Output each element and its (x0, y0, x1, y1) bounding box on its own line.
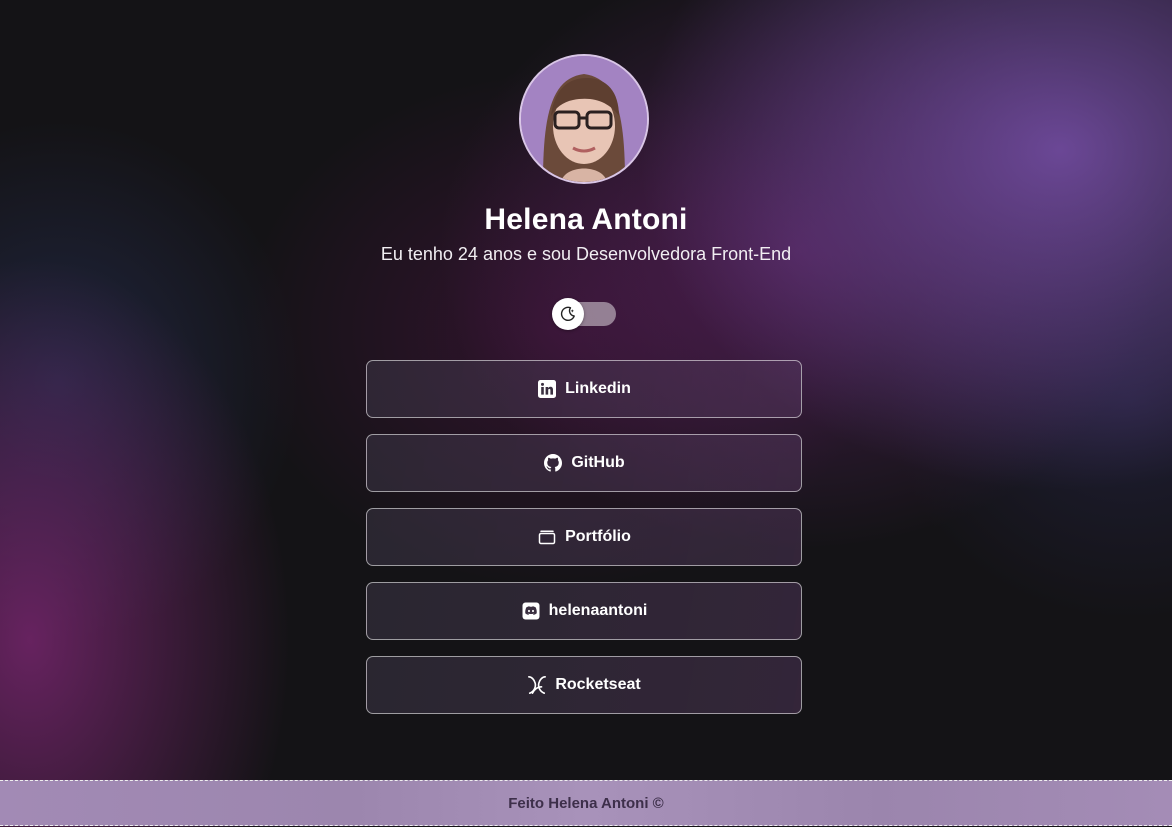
portfolio-link[interactable]: Portfólio (366, 508, 802, 566)
rocketseat-icon (527, 675, 547, 695)
discord-icon (521, 601, 541, 621)
footer-text: Feito Helena Antoni © (508, 794, 664, 812)
discord-link[interactable]: helenaantoni (366, 582, 802, 640)
github-icon (543, 453, 563, 473)
link-label: Portfólio (565, 528, 631, 545)
social-links: Linkedin GitHub Portfólio helenaantoni R… (366, 360, 802, 730)
footer: Feito Helena Antoni © (0, 780, 1172, 826)
rocketseat-link[interactable]: Rocketseat (366, 656, 802, 714)
link-label: Linkedin (565, 380, 631, 397)
avatar (519, 54, 649, 184)
profile-name: Helena Antoni (484, 203, 688, 236)
avatar-photo (521, 56, 647, 182)
moon-icon (560, 306, 575, 322)
link-label: GitHub (571, 454, 625, 471)
linkedin-link[interactable]: Linkedin (366, 360, 802, 418)
toggle-knob (552, 298, 584, 330)
link-label: Rocketseat (555, 676, 641, 693)
theme-toggle[interactable] (552, 298, 616, 330)
linkedin-icon (537, 379, 557, 399)
github-link[interactable]: GitHub (366, 434, 802, 492)
folder-icon (537, 527, 557, 547)
link-label: helenaantoni (548, 602, 648, 619)
profile-bio: Eu tenho 24 anos e sou Desenvolvedora Fr… (380, 244, 792, 264)
